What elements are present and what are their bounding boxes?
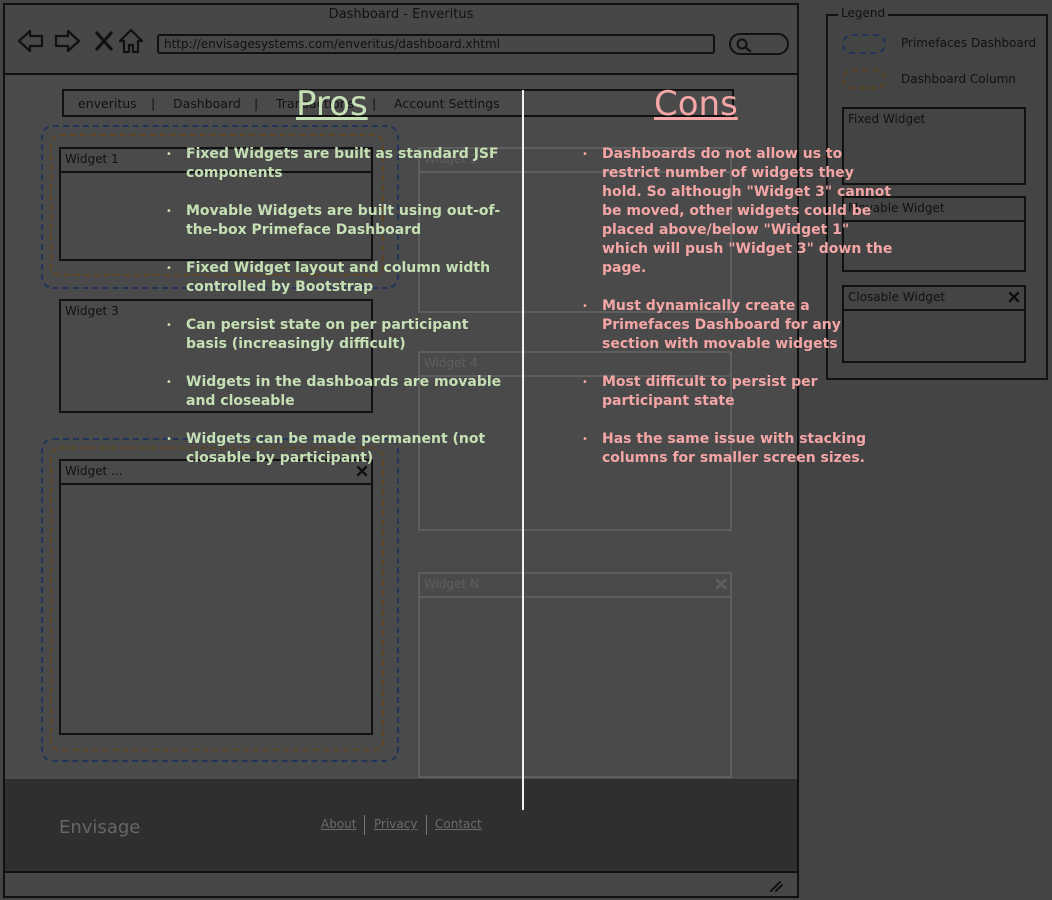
legend-title: Legend xyxy=(838,6,889,20)
cons-list: Dashboards do not allow us to restrict n… xyxy=(582,145,898,487)
legend-column-label: Dashboard Column xyxy=(901,72,1016,86)
legend-column-swatch xyxy=(842,69,886,89)
pros-list: Fixed Widgets are built as standard JSF … xyxy=(166,145,504,487)
footer-separator xyxy=(426,815,427,835)
legend-fixed-label: Fixed Widget xyxy=(848,112,926,126)
forward-arrow-icon[interactable] xyxy=(53,27,81,55)
widget-n-header[interactable]: Widget N xyxy=(420,574,730,598)
cons-item: Has the same issue with stacking columns… xyxy=(582,430,898,468)
pros-item: Widgets can be made permanent (not closa… xyxy=(166,430,504,468)
browser-search-field[interactable] xyxy=(729,33,789,55)
footer-brand: Envisage xyxy=(59,817,141,838)
cons-item: Most difficult to persist per participan… xyxy=(582,373,898,411)
stop-icon[interactable] xyxy=(91,27,119,55)
footer-link-about[interactable]: About xyxy=(321,817,356,831)
pros-item: Widgets in the dashboards are movable an… xyxy=(166,373,504,411)
close-icon xyxy=(1008,291,1020,303)
legend-primefaces-swatch xyxy=(842,34,886,54)
browser-chrome: Dashboard - Enveritus http://envisagesys… xyxy=(5,5,797,75)
close-icon[interactable] xyxy=(715,578,727,590)
site-menu-bar: enveritus | Dashboard | Transactions | A… xyxy=(62,89,734,117)
pros-item: Fixed Widgets are built as standard JSF … xyxy=(166,145,504,183)
cons-item: Dashboards do not allow us to restrict n… xyxy=(582,145,898,278)
menu-separator: | xyxy=(151,96,156,111)
home-icon[interactable] xyxy=(117,27,145,55)
resize-grip-icon[interactable] xyxy=(767,878,783,892)
address-bar[interactable]: http://envisagesystems.com/enveritus/das… xyxy=(157,34,715,54)
pros-heading: Pros xyxy=(296,84,368,124)
pros-item: Can persist state on per participant bas… xyxy=(166,316,504,354)
menu-separator: | xyxy=(254,96,259,111)
menu-separator: | xyxy=(372,96,377,111)
menu-item-dashboard[interactable]: Dashboard xyxy=(173,96,241,111)
menu-item-account-settings[interactable]: Account Settings xyxy=(394,96,500,111)
browser-status-bar xyxy=(5,871,797,896)
cons-heading: Cons xyxy=(654,84,738,124)
footer-link-privacy[interactable]: Privacy xyxy=(374,817,417,831)
widget-n[interactable]: Widget N xyxy=(418,572,732,778)
back-arrow-icon[interactable] xyxy=(17,27,45,55)
pros-item: Fixed Widget layout and column width con… xyxy=(166,259,504,297)
site-footer: Envisage About Privacy Contact xyxy=(5,779,797,871)
pros-cons-divider xyxy=(522,90,524,810)
widget-dots[interactable]: Widget ... xyxy=(59,459,373,735)
legend-primefaces-label: Primefaces Dashboard xyxy=(901,36,1037,50)
footer-link-contact[interactable]: Contact xyxy=(435,817,482,831)
menu-item-enveritus[interactable]: enveritus xyxy=(78,96,137,111)
window-title: Dashboard - Enveritus xyxy=(328,7,474,22)
footer-separator xyxy=(364,815,365,835)
cons-item: Must dynamically create a Primefaces Das… xyxy=(582,297,898,354)
pros-item: Movable Widgets are built using out-of-t… xyxy=(166,202,504,240)
search-icon xyxy=(736,38,752,53)
